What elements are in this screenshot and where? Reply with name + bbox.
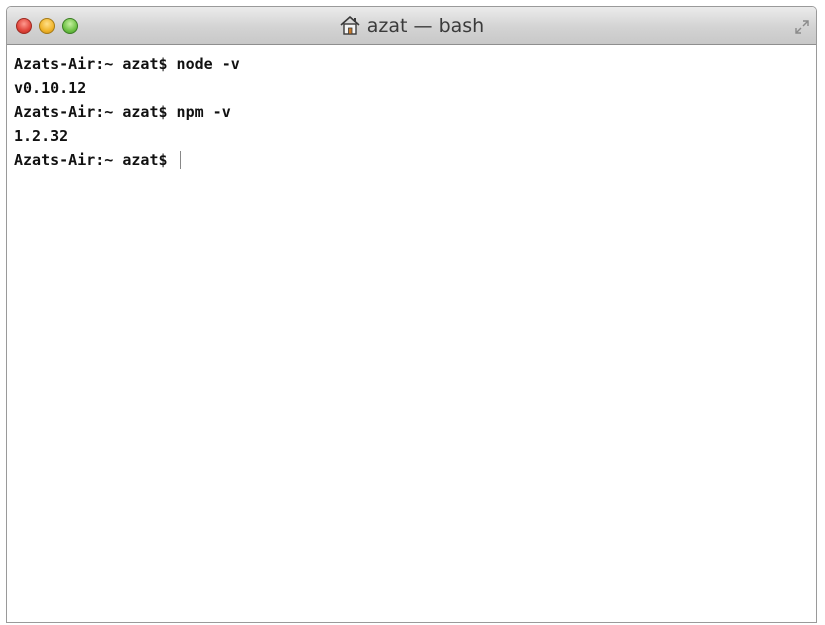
window-title-area: azat — bash bbox=[7, 7, 816, 45]
terminal-line: Azats-Air:~ azat$ node -v bbox=[14, 55, 240, 73]
fullscreen-icon[interactable] bbox=[794, 19, 810, 35]
title-bar[interactable]: azat — bash bbox=[7, 7, 816, 45]
terminal-line: v0.10.12 bbox=[14, 79, 87, 97]
terminal-window: azat — bash Azats-Air:~ azat$ node -v v0… bbox=[6, 6, 817, 623]
terminal-output[interactable]: Azats-Air:~ azat$ node -v v0.10.12 Azats… bbox=[7, 45, 816, 622]
text-cursor bbox=[179, 151, 181, 169]
terminal-line: Azats-Air:~ azat$ npm -v bbox=[14, 103, 231, 121]
home-icon bbox=[340, 16, 360, 35]
window-title: azat — bash bbox=[366, 15, 485, 37]
terminal-line: 1.2.32 bbox=[14, 127, 69, 145]
terminal-prompt: Azats-Air:~ azat$ bbox=[14, 151, 177, 169]
terminal-prompt-line[interactable]: Azats-Air:~ azat$ bbox=[14, 148, 816, 172]
